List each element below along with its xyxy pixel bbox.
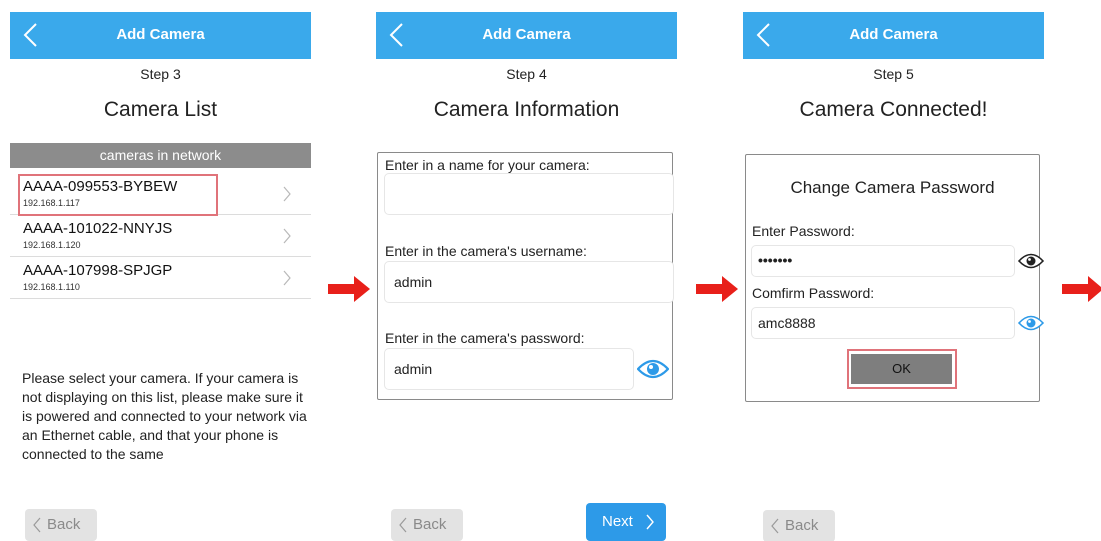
back-button-label: Back [785,517,819,534]
top-bar: Add Camera [376,12,677,59]
back-button-label: Back [47,516,81,533]
step-indicator: Step 5 [873,66,914,82]
camera-ip: 192.168.1.120 [23,240,81,250]
confirm-password-label: Comfirm Password: [752,285,875,301]
step-indicator: Step 4 [506,66,547,82]
camera-list-item[interactable]: AAAA-101022-NNYJS 192.168.1.120 [10,216,311,257]
camera-info-form: Enter in a name for your camera: Enter i… [377,152,674,400]
back-button[interactable]: Back [25,509,97,541]
chevron-right-icon [283,186,291,202]
section-header: cameras in network [10,143,311,168]
red-arrow-icon [328,276,370,302]
top-bar: Add Camera [743,12,1044,59]
page-title: Add Camera [116,26,205,43]
enter-password-label: Enter Password: [752,223,855,239]
enter-password-value: ••••••• [758,252,793,268]
red-arrow-icon [1062,276,1101,302]
username-label: Enter in the camera's username: [385,243,587,259]
next-button-label: Next [602,513,633,530]
camera-name-field[interactable] [384,173,674,215]
screen-camera-list: Add Camera Step 3 Camera List cameras in… [10,12,311,541]
eye-icon[interactable] [637,358,669,380]
screen-heading: Camera Connected! [799,98,988,121]
page-title: Add Camera [482,26,571,43]
username-field[interactable]: admin [384,261,674,303]
chevron-right-icon [646,514,654,530]
chevron-left-icon [771,518,779,534]
camera-ip: 192.168.1.110 [23,282,80,292]
screen-heading: Camera Information [433,98,620,121]
red-arrow-icon [696,276,738,302]
eye-icon[interactable] [1018,314,1044,332]
camera-name-label: Enter in a name for your camera: [385,157,590,173]
enter-password-field[interactable]: ••••••• [751,245,1015,277]
camera-name: AAAA-107998-SPJGP [23,262,173,279]
chevron-left-icon [399,517,407,533]
password-value: admin [394,361,433,377]
back-button[interactable]: Back [391,509,463,541]
card-title: Change Camera Password [790,178,995,197]
eye-icon[interactable] [1018,252,1044,270]
chevron-left-icon [33,517,41,533]
change-password-card: Change Camera Password Enter Password: •… [745,154,1044,402]
instructions-text: Please select your camera. If your camer… [22,370,307,462]
screen-camera-information: Add Camera Step 4 Camera Information Ent… [376,12,677,541]
top-bar: Add Camera [10,12,311,59]
chevron-right-icon [283,270,291,286]
username-value: admin [394,274,433,290]
camera-list-item[interactable]: AAAA-107998-SPJGP 192.168.1.110 [10,258,311,299]
confirm-password-value: amc8888 [758,315,816,331]
password-label: Enter in the camera's password: [385,330,585,346]
camera-name: AAAA-101022-NNYJS [23,220,173,237]
selection-highlight [18,174,218,216]
step-indicator: Step 3 [140,66,181,82]
screen-heading: Camera List [103,98,218,121]
password-field[interactable]: admin [384,348,634,390]
confirm-password-field[interactable]: amc8888 [751,307,1015,339]
page-title: Add Camera [849,26,938,43]
chevron-right-icon [283,228,291,244]
back-button[interactable]: Back [763,510,835,541]
ok-button[interactable]: OK [851,354,952,384]
screen-camera-connected: Add Camera Step 5 Camera Connected! Chan… [743,12,1044,541]
back-button-label: Back [413,516,447,533]
next-button[interactable]: Next [586,503,666,541]
